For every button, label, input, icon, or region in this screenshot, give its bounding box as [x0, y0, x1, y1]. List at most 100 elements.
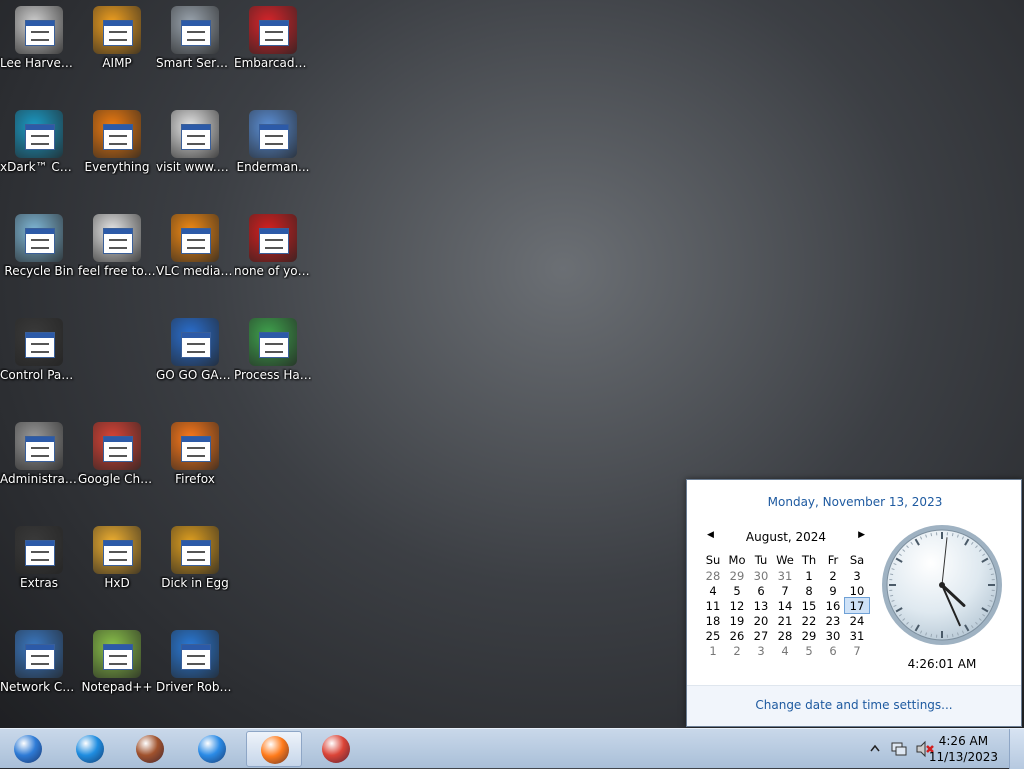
show-hidden-icons-chevron-icon[interactable]	[869, 741, 881, 757]
calendar-day[interactable]: 1	[701, 643, 725, 658]
desktop-icon-dick-in-egg[interactable]: Dick in Egg	[156, 522, 234, 591]
desktop-icon-network-connections[interactable]: Network Connections	[0, 626, 78, 695]
calendar-day[interactable]: 7	[773, 583, 797, 598]
desktop-icon-none-of-you-know-how[interactable]: none of you know how ...	[234, 210, 312, 279]
weekday-label: Su	[701, 552, 725, 568]
desktop-icon-smart-services[interactable]: Smart Services	[156, 2, 234, 71]
desktop-icon-vlc-media-player[interactable]: VLC media player	[156, 210, 234, 279]
desktop-icon-embarcadero-dev-c[interactable]: Embarcadero Dev-C++	[234, 2, 312, 71]
calendar-day[interactable]: 6	[749, 583, 773, 598]
flyout-divider	[687, 685, 1021, 686]
tray-clock[interactable]: 4:26 AM 11/13/2023	[929, 733, 998, 765]
calendar-day[interactable]: 24	[845, 613, 869, 628]
calendar-day[interactable]: 8	[797, 583, 821, 598]
calendar-day[interactable]: 22	[797, 613, 821, 628]
desktop-icon-notepad[interactable]: Notepad++	[78, 626, 156, 695]
next-month-arrow-icon[interactable]: ▶	[858, 530, 865, 540]
desktop-icon-recycle-bin[interactable]: Recycle Bin	[0, 210, 78, 279]
calendar-day[interactable]: 12	[725, 598, 749, 613]
desktop-icon-extras[interactable]: Extras	[0, 522, 78, 591]
calendar-day[interactable]: 31	[845, 628, 869, 643]
calendar-day[interactable]: 1	[797, 568, 821, 583]
desktop-icon-label: HxD	[78, 576, 156, 591]
calendar-day[interactable]: 18	[701, 613, 725, 628]
calendar-day[interactable]: 2	[821, 568, 845, 583]
calendar-day[interactable]: 26	[725, 628, 749, 643]
desktop-icon-go-go-gadget[interactable]: GO GO GADGET ...	[156, 314, 234, 383]
executable-badge-icon	[259, 20, 289, 46]
desktop-icon-control-panel[interactable]: Control Panel	[0, 314, 78, 383]
clock-center	[939, 582, 945, 588]
driver-robot-icon	[171, 630, 219, 678]
device-icon	[171, 318, 219, 366]
calendar-day[interactable]: 5	[725, 583, 749, 598]
desktop-icon-lee-harvey-oswald[interactable]: Lee Harvey Oswald	[0, 2, 78, 71]
desktop-icon-driver-robot-v2-5-4-2[interactable]: Driver Robot v2.5.4.2	[156, 626, 234, 695]
calendar-day[interactable]: 3	[749, 643, 773, 658]
calendar-day[interactable]: 2	[725, 643, 749, 658]
desktop-icon-process-hacker-2[interactable]: Process Hacker 2	[234, 314, 312, 383]
change-date-time-settings-link[interactable]: Change date and time settings...	[687, 698, 1021, 712]
calendar-day[interactable]: 14	[773, 598, 797, 613]
calendar-day[interactable]: 10	[845, 583, 869, 598]
desktop-icon-visit-www-wallb[interactable]: visit www.wallb...	[156, 106, 234, 175]
hxd-icon	[93, 526, 141, 574]
clock-minute-tick	[952, 634, 953, 637]
taskbar-itunes[interactable]	[184, 731, 240, 767]
calendar-day[interactable]: 28	[701, 568, 725, 583]
calendar-day[interactable]: 13	[749, 598, 773, 613]
taskbar-firefox[interactable]	[246, 731, 302, 767]
prev-month-arrow-icon[interactable]: ◀	[707, 530, 714, 540]
executable-badge-icon	[25, 540, 55, 566]
desktop-icon-google-chrome[interactable]: Google Chrome	[78, 418, 156, 487]
desktop-icon-firefox[interactable]: Firefox	[156, 418, 234, 487]
desktop-icon-administrat-tools[interactable]: Administrat... Tools	[0, 418, 78, 487]
desktop-icon-hxd[interactable]: HxD	[78, 522, 156, 591]
calendar-day[interactable]: 21	[773, 613, 797, 628]
calendar-day[interactable]: 29	[797, 628, 821, 643]
taskbar-start-button[interactable]	[0, 731, 56, 767]
clock-minute-tick	[952, 533, 953, 536]
calendar-day[interactable]: 11	[701, 598, 725, 613]
desktop-icon-label: Administrat... Tools	[0, 472, 78, 487]
calendar-week-row: 18192021222324	[701, 613, 869, 628]
calendar-day[interactable]: 3	[845, 568, 869, 583]
calendar-day[interactable]: 5	[797, 643, 821, 658]
calendar-day[interactable]: 29	[725, 568, 749, 583]
calendar-day-selected[interactable]: 17	[845, 598, 869, 613]
calendar-day[interactable]: 25	[701, 628, 725, 643]
long-date-link[interactable]: Monday, November 13, 2023	[687, 495, 1023, 509]
network-tray-icon[interactable]	[890, 739, 910, 759]
calendar-day[interactable]: 31	[773, 568, 797, 583]
calendar-day[interactable]: 4	[701, 583, 725, 598]
executable-badge-icon	[181, 332, 211, 358]
calendar-day[interactable]: 4	[773, 643, 797, 658]
calendar-day[interactable]: 6	[821, 643, 845, 658]
desktop-icon-label: Smart Services	[156, 56, 234, 71]
calendar-day[interactable]: 27	[749, 628, 773, 643]
desktop-icon-everything[interactable]: Everything	[78, 106, 156, 175]
calendar-day[interactable]: 30	[821, 628, 845, 643]
taskbar-winrar[interactable]	[122, 731, 178, 767]
show-desktop-button[interactable]	[1009, 729, 1024, 769]
clock-minute-tick	[931, 533, 932, 536]
desktop-icon-feel-free-to-write-a-r[interactable]: feel free to write a r...	[78, 210, 156, 279]
desktop-icon-xdark-center[interactable]: xDark™ Center	[0, 106, 78, 175]
calendar-day[interactable]: 28	[773, 628, 797, 643]
calendar-week-row: 11121314151617	[701, 598, 869, 613]
desktop-icon-label: Firefox	[156, 472, 234, 487]
calendar-day[interactable]: 15	[797, 598, 821, 613]
calendar-day[interactable]: 7	[845, 643, 869, 658]
desktop-icon-enderman[interactable]: Enderman...	[234, 106, 312, 175]
calendar-day[interactable]: 20	[749, 613, 773, 628]
calendar-day[interactable]: 30	[749, 568, 773, 583]
taskbar-chrome[interactable]	[308, 731, 364, 767]
taskbar-internet-explorer[interactable]	[62, 731, 118, 767]
desktop-icon-aimp[interactable]: AIMP	[78, 2, 156, 71]
calendar-day[interactable]: 9	[821, 583, 845, 598]
calendar-month-label[interactable]: August, 2024	[746, 530, 826, 544]
calendar-day[interactable]: 16	[821, 598, 845, 613]
calendar-day[interactable]: 19	[725, 613, 749, 628]
calendar-week-row: 1234567	[701, 643, 869, 658]
calendar-day[interactable]: 23	[821, 613, 845, 628]
